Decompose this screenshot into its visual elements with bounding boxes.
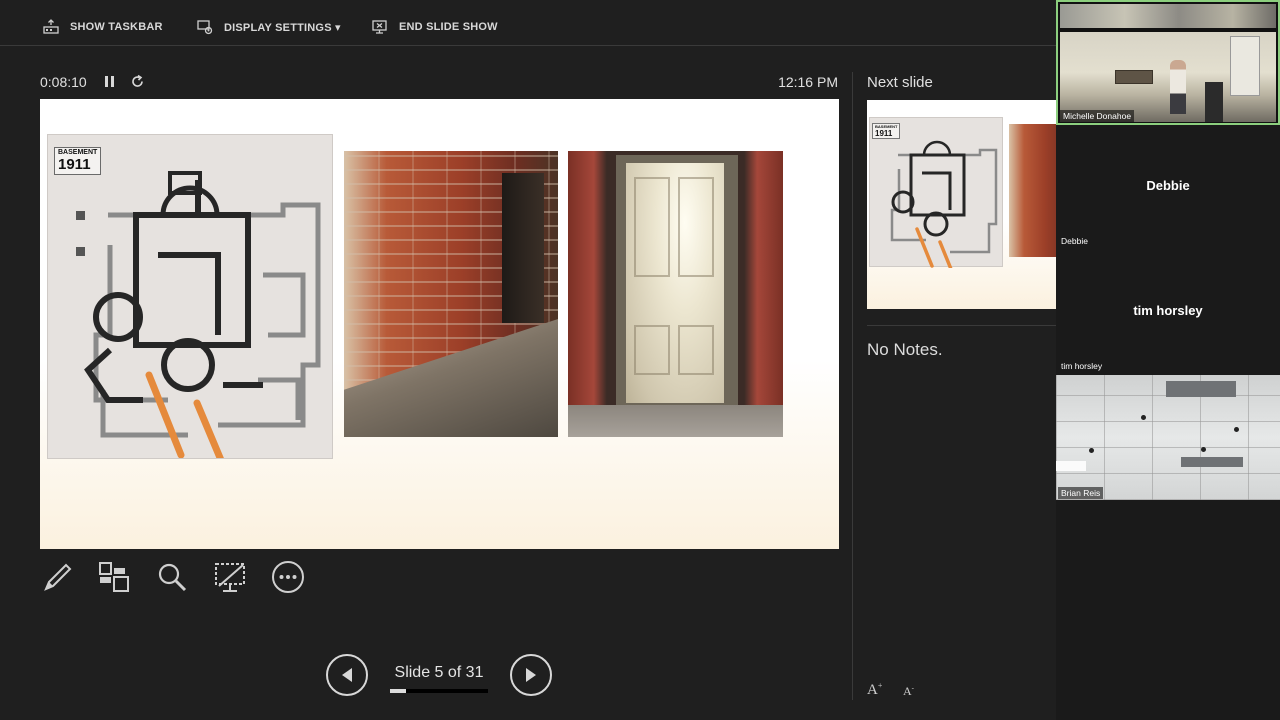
next-slide-brick-photo xyxy=(1009,124,1056,257)
display-settings-icon xyxy=(197,20,213,35)
brick-wall-window xyxy=(502,173,544,323)
participant-tile-tim[interactable]: tim horsley tim horsley xyxy=(1056,250,1280,375)
end-slide-show-label: END SLIDE SHOW xyxy=(399,21,498,33)
video-gallery: Michelle Donahoe Debbie Debbie tim horsl… xyxy=(1056,0,1280,720)
next-arrow-icon xyxy=(526,668,536,682)
next-slide-floor-plan: BASEMENT 1911 xyxy=(869,117,1003,268)
video-strip xyxy=(1060,4,1276,28)
notes-divider xyxy=(867,325,1056,326)
meeting-room-video xyxy=(1060,32,1276,122)
show-taskbar-button[interactable]: SHOW TASKBAR xyxy=(42,17,163,37)
brick-wall-floor xyxy=(344,319,558,437)
door-photo xyxy=(568,151,783,437)
next-slide-basement-label: BASEMENT 1911 xyxy=(872,123,901,139)
previous-slide-button[interactable] xyxy=(326,654,368,696)
door-panel xyxy=(626,163,724,403)
more-options-button[interactable] xyxy=(270,559,306,595)
show-taskbar-label: SHOW TASKBAR xyxy=(70,21,163,33)
taskbar-icon xyxy=(43,19,59,34)
participant-tile-michelle[interactable]: Michelle Donahoe xyxy=(1056,0,1280,125)
next-slide-basement-year: 1911 xyxy=(875,129,893,138)
more-options-icon xyxy=(272,561,304,593)
pen-icon xyxy=(44,563,72,591)
display-settings-label: DISPLAY SETTINGS ▾ xyxy=(224,21,341,34)
elapsed-timer: 0:08:10 xyxy=(40,74,87,90)
panel-divider xyxy=(852,72,853,700)
current-slide[interactable]: BASEMENT 1911 xyxy=(40,99,839,549)
participant-display-name: Debbie xyxy=(1146,178,1190,193)
speaker-notes: No Notes. xyxy=(867,340,943,359)
black-screen-icon xyxy=(215,563,245,592)
black-screen-button[interactable] xyxy=(212,559,248,595)
slide-counter[interactable]: Slide 5 of 31 xyxy=(390,664,488,682)
presenter-toolbar: SHOW TASKBAR DISPLAY SETTINGS ▾ END SLID… xyxy=(0,0,1056,46)
floor-plan-image: BASEMENT 1911 xyxy=(47,134,333,459)
slide-progress-bar xyxy=(390,689,488,693)
participant-name-label: Michelle Donahoe xyxy=(1060,110,1135,122)
end-slide-show-button[interactable]: END SLIDE SHOW xyxy=(371,17,498,37)
end-show-icon xyxy=(372,20,387,34)
brick-wall-photo xyxy=(344,151,558,437)
pause-icon[interactable] xyxy=(104,75,116,88)
participant-name-label: Brian Reis xyxy=(1058,487,1104,499)
next-slide-label: Next slide xyxy=(867,74,933,91)
previous-arrow-icon xyxy=(342,668,352,682)
restart-icon[interactable] xyxy=(130,74,145,89)
participant-name-label: tim horsley xyxy=(1061,361,1103,371)
participant-name-label: Debbie xyxy=(1061,236,1088,246)
participant-tile-brian[interactable]: Brian Reis xyxy=(1056,375,1280,500)
current-time: 12:16 PM xyxy=(778,74,838,90)
slide-progress-fill xyxy=(390,689,406,693)
next-slide-button[interactable] xyxy=(510,654,552,696)
door-floor xyxy=(568,405,783,437)
display-settings-button[interactable]: DISPLAY SETTINGS ▾ xyxy=(196,17,341,37)
zoom-button[interactable] xyxy=(154,559,190,595)
participant-tile-debbie[interactable]: Debbie Debbie xyxy=(1056,125,1280,250)
basement-label: BASEMENT 1911 xyxy=(54,147,102,175)
see-all-slides-icon xyxy=(99,562,129,592)
increase-font-icon[interactable]: A+ xyxy=(867,681,882,699)
see-all-slides-button[interactable] xyxy=(96,559,132,595)
pen-tool-button[interactable] xyxy=(39,559,75,595)
decrease-font-icon[interactable]: A- xyxy=(903,684,914,699)
zoom-icon xyxy=(158,563,187,592)
basement-year: 1911 xyxy=(58,156,91,173)
participant-display-name: tim horsley xyxy=(1133,303,1203,318)
next-slide-thumbnail[interactable]: BASEMENT 1911 xyxy=(867,100,1056,309)
